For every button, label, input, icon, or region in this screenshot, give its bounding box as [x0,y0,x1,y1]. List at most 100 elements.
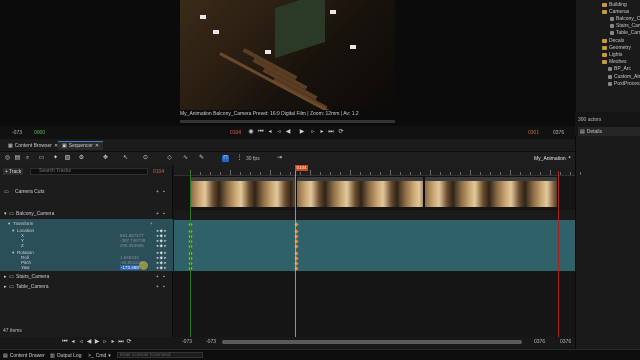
sequence-name[interactable]: My_Animation [534,156,566,162]
search-asset-icon[interactable]: ⌕ [24,155,31,162]
outliner-item[interactable]: Table_Cam [610,30,640,37]
key-controls[interactable]: ◂ ◆ ▸ [156,243,166,249]
lock-icon[interactable]: ▪ [566,155,573,162]
lock-icon[interactable]: ▪ [163,189,166,195]
ruler-tick [520,172,521,175]
location-z-row[interactable]: Z 205.353695 ◂ ◆ ▸ [0,243,173,248]
level-viewport[interactable]: My_Animation Balcony_Camera Preset: 16:9… [0,0,575,126]
next-key-icon[interactable]: ▸ [319,129,325,135]
key-controls[interactable]: ◂ ◆ ▸ [156,265,166,271]
add-key-icon[interactable]: + [150,221,153,226]
transform-lane[interactable] [174,220,575,271]
playhead-line[interactable] [295,171,296,337]
snap-toggle-button[interactable]: ⊓ [222,155,229,162]
outliner-item[interactable]: Lights [602,51,622,58]
add-key-icon[interactable]: + [156,284,160,290]
play-reverse-icon[interactable]: ◀ [86,339,92,345]
outliner-item[interactable]: Building [602,1,627,8]
selection-tool-icon[interactable]: ↖ [122,155,129,162]
loop-icon[interactable]: ⟳ [338,129,344,135]
transport-start: -073 [12,130,23,136]
close-icon[interactable]: ✕ [95,143,99,149]
ruler-tick [210,172,211,175]
timeline-scrollbar[interactable]: -073 -073 0376 0376 [174,337,575,347]
tab-content-browser[interactable]: ▦ Content Browser ✕ [4,141,62,150]
key-filter-icon[interactable]: ⊙ [142,155,149,162]
skip-end-icon[interactable]: ⏭ [328,129,334,135]
curve-icon[interactable]: ∿ [182,155,189,162]
yaw-value-input[interactable]: -173.488 [120,265,140,270]
expand-icon[interactable]: ▸ [4,274,7,280]
transform-tool-icon[interactable]: ✥ [102,155,109,162]
ruler-tick [560,172,561,175]
outliner-item[interactable]: Custom_Atm [608,73,640,80]
play-icon[interactable]: ▶ [94,339,100,345]
expand-icon[interactable]: ▸ [4,284,7,290]
outliner-item[interactable]: Decals [602,37,624,44]
table-camera-track[interactable]: ▸ ▭ Table_Camera + ▪ [0,282,173,292]
add-key-icon[interactable]: + [156,211,160,217]
step-forward-icon[interactable]: ▹ [102,339,108,345]
transform-row[interactable]: ▾ Transform + [0,221,173,226]
console-command-input[interactable]: Enter Console Command [117,352,203,358]
camera-cut-clip[interactable] [424,176,558,210]
prev-key-icon[interactable]: ◂ [70,339,76,345]
cmd-selector[interactable]: >_ Cmd ▾ [88,352,111,359]
prev-key-icon[interactable]: ◂ [267,129,273,135]
outliner-item[interactable]: Balcony_Cam [610,15,640,22]
skip-start-icon[interactable]: ⏮ [62,339,68,345]
skip-end-icon[interactable]: ⏭ [118,339,124,345]
outliner-item[interactable]: Stairs_Cam [610,23,640,30]
timeline-scroll-thumb[interactable] [222,340,522,344]
outliner-item[interactable]: PostProcessV [608,80,640,87]
playhead-frame-label[interactable]: 0104 [295,165,308,171]
time-ruler[interactable] [174,165,581,176]
play-reverse-icon[interactable]: ◀ [285,129,291,135]
playback-range-icon[interactable]: ⇥ [276,155,283,162]
key-icon[interactable]: ◇ [166,155,173,162]
play-icon[interactable]: ▶ [299,129,305,135]
balcony-camera-lane[interactable] [174,210,575,220]
settings-icon[interactable]: ⚙ [78,155,85,162]
fps-selector[interactable]: 30 fps [246,156,260,162]
camera-cut-clip[interactable] [190,176,296,210]
snap-options-icon[interactable]: ⋮ [236,155,243,162]
loop-icon[interactable]: ⟳ [126,339,132,345]
options-icon[interactable]: ▪ [163,274,166,280]
add-key-icon[interactable]: + [156,274,160,280]
content-drawer-button[interactable]: ▤ Content Drawer [3,352,45,359]
world-icon[interactable]: ◎ [4,155,11,162]
add-key-icon[interactable]: + [156,189,160,195]
camera-icon[interactable]: ▭ [38,155,45,162]
camera-cuts-track[interactable]: ▭ Camera Cuts + ▪ [0,187,173,197]
z-value[interactable]: 205.353695 [120,243,144,248]
details-tab[interactable]: ▤ Details [578,127,640,136]
camera-cut-clip[interactable] [296,176,424,210]
tab-sequencer[interactable]: ▣ Sequencer ✕ [58,141,104,150]
step-back-icon[interactable]: ◃ [78,339,84,345]
pen-icon[interactable]: ✎ [198,155,205,162]
stairs-camera-track[interactable]: ▸ ▭ Stairs_Camera + ▪ [0,272,173,282]
step-back-icon[interactable]: ◃ [276,129,282,135]
step-forward-icon[interactable]: ▹ [310,129,316,135]
options-icon[interactable]: ▪ [163,211,166,217]
balcony-camera-track[interactable]: ▾ ▭ Balcony_Camera + ▪ [0,209,173,219]
rotation-yaw-row[interactable]: Yaw -173.488 ◂ ◆ ▸ [0,261,173,271]
outliner-item[interactable]: Meshes [602,59,627,66]
save-icon[interactable]: ▤ [14,155,21,162]
skip-start-icon[interactable]: ⏮ [258,129,264,135]
outliner-item[interactable]: Cameras [602,8,629,15]
add-track-button[interactable]: + Track [3,168,24,175]
output-log-button[interactable]: ▥ Output Log [50,352,81,359]
collapse-icon[interactable]: ▾ [4,211,7,217]
render-icon[interactable]: ✦ [52,155,59,162]
collapse-icon[interactable]: ▾ [8,221,10,227]
record-icon[interactable]: ◉ [248,129,254,135]
next-key-icon[interactable]: ▸ [110,339,116,345]
viewport-scrub-bar[interactable] [180,120,395,123]
options-icon[interactable]: ▪ [163,284,166,290]
outliner-item[interactable]: Geometry [602,44,631,51]
search-tracks-input[interactable]: Search Tracks [30,168,148,175]
clapper-icon[interactable]: ▧ [64,155,71,162]
outliner-item[interactable]: BP_Arc [608,66,631,73]
